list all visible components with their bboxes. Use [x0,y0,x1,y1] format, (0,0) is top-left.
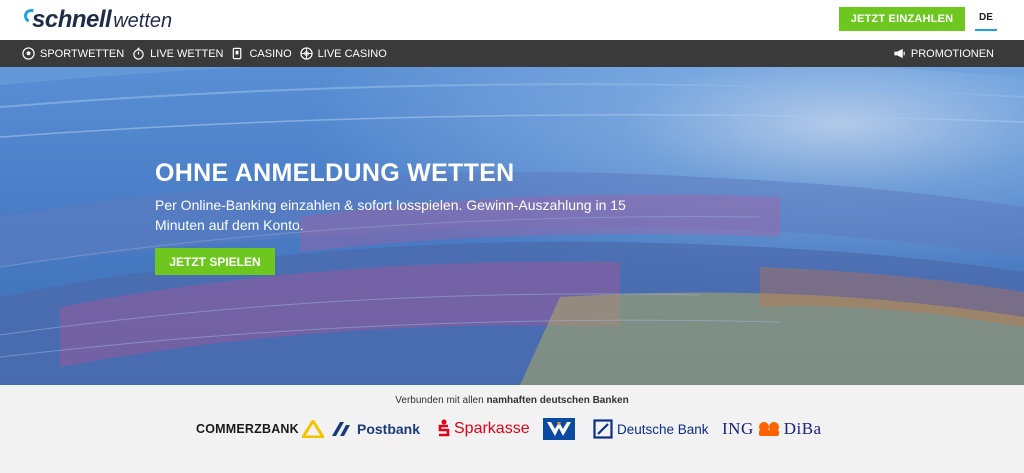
hero-title: OHNE ANMELDUNG WETTEN [155,159,515,187]
language-selector[interactable]: DE [975,9,997,31]
bank-logo-commerzbank: COMMERZBANK [196,418,324,440]
main-nav: SPORTWETTEN LIVE WETTEN CASINO LIVE CASI… [0,40,1024,67]
hero-description: Per Online-Banking einzahlen & sofort lo… [155,197,626,233]
nav-item-label: PROMOTIONEN [910,47,994,60]
bank-name: Deutsche Bank [617,421,709,437]
volksbank-logo-icon [543,418,575,440]
nav-item-live-casino[interactable]: LIVE CASINO [299,40,395,67]
bank-logo-deutsche-bank: Deutsche Bank [593,418,709,440]
bank-logo-postbank: Postbank [330,418,420,440]
bank-logo-volksbank [543,418,575,440]
logo-main-text: schnell [32,6,112,33]
ing-lion-icon [758,422,779,436]
bank-name-right: DiBa [783,419,822,438]
nav-item-label: LIVE WETTEN [150,47,224,60]
stopwatch-icon [133,47,144,60]
bank-logo-ing-diba: ING DiBa [722,418,822,440]
bank-name: Sparkasse [454,420,530,437]
cards-icon [233,47,242,60]
commerzbank-ribbon-icon [301,420,324,438]
deposit-button[interactable]: JETZT EINZAHLEN [839,7,965,31]
nav-item-promotionen[interactable]: PROMOTIONEN [893,40,1002,67]
bank-name-left: ING [722,419,754,438]
bank-name: COMMERZBANK [196,422,299,436]
banks-caption-prefix: Verbunden mit allen [395,395,487,406]
nav-item-label: LIVE CASINO [317,47,387,60]
play-now-button[interactable]: JETZT SPIELEN [155,248,275,275]
sparkasse-s-icon [438,419,450,437]
postbank-wing-icon [332,422,350,436]
hero-banner: OHNE ANMELDUNG WETTEN Per Online-Banking… [0,67,1024,385]
bank-name: Postbank [357,421,421,437]
logo-sub-text: wetten [113,10,173,32]
nav-item-casino[interactable]: CASINO [231,40,299,67]
bank-logo-sparkasse: Sparkasse [437,418,530,440]
logo[interactable]: schnell wetten [22,6,173,34]
roulette-icon [299,47,313,60]
megaphone-icon [894,48,905,59]
nav-item-live-wetten[interactable]: LIVE WETTEN [132,40,231,67]
nav-item-sportwetten[interactable]: SPORTWETTEN [22,40,132,67]
banks-strip: Verbunden mit allen namhaften deutschen … [0,385,1024,473]
deutsche-bank-slash-icon [593,419,613,439]
nav-item-label: CASINO [249,47,292,60]
header: schnell wetten JETZT EINZAHLEN DE [0,0,1024,40]
banks-caption-bold: namhaften deutschen Banken [486,395,629,406]
nav-item-label: SPORTWETTEN [40,47,125,60]
banks-caption: Verbunden mit allen namhaften deutschen … [0,395,1024,406]
soccer-ball-icon [22,47,35,60]
